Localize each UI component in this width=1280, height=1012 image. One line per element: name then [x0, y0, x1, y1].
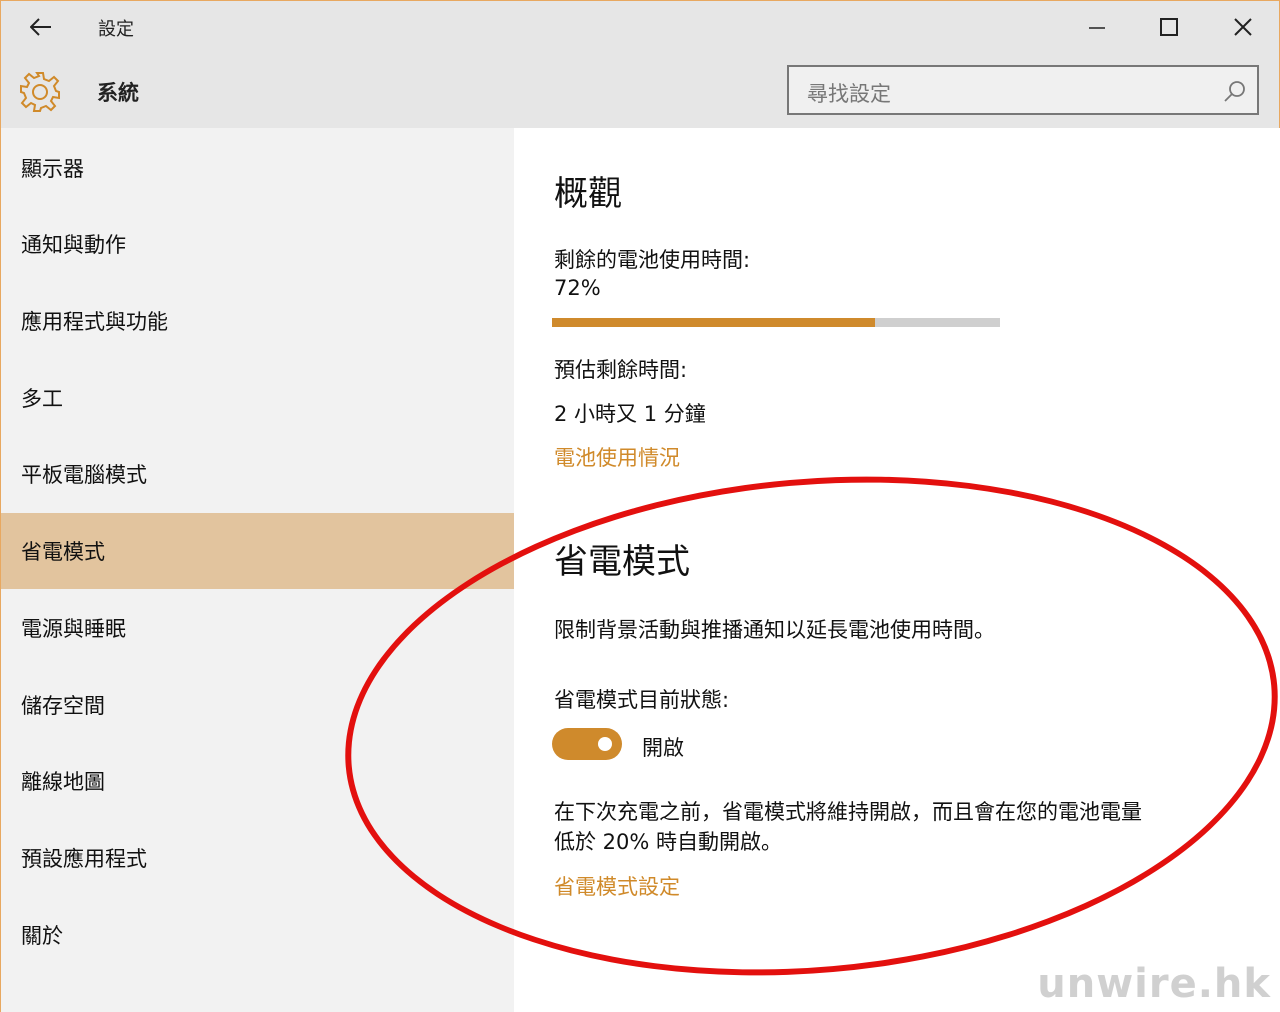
sidebar-item-about[interactable]: 關於	[1, 897, 514, 973]
back-button[interactable]	[17, 7, 65, 47]
sidebar-item-power-sleep[interactable]: 電源與睡眠	[1, 590, 514, 666]
maximize-icon	[1160, 18, 1178, 36]
sidebar-item-label: 關於	[21, 924, 63, 948]
search-placeholder: 尋找設定	[807, 82, 891, 106]
battery-saver-status-label: 省電模式目前狀態:	[554, 688, 730, 712]
sidebar-item-label: 儲存空間	[21, 694, 105, 718]
close-button[interactable]	[1215, 7, 1271, 47]
sidebar-item-notifications[interactable]: 通知與動作	[1, 206, 514, 282]
battery-remaining-label: 剩餘的電池使用時間:	[554, 248, 751, 272]
battery-saver-description: 限制背景活動與推播通知以延長電池使用時間。	[554, 618, 995, 642]
watermark: unwire.hk	[1037, 961, 1271, 1007]
search-icon[interactable]	[1223, 79, 1247, 103]
battery-level-bar	[552, 318, 1000, 327]
maximize-button[interactable]	[1141, 7, 1197, 47]
sidebar-item-label: 通知與動作	[21, 233, 126, 257]
sidebar-item-label: 省電模式	[21, 540, 105, 564]
window-title: 設定	[98, 19, 134, 40]
toggle-knob	[598, 737, 612, 751]
search-input[interactable]: 尋找設定	[787, 65, 1259, 115]
battery-saver-heading: 省電模式	[554, 542, 690, 582]
toggle-state-text: 開啟	[642, 736, 684, 760]
sidebar-item-label: 預設應用程式	[21, 847, 147, 871]
section-title: 系統	[97, 81, 139, 105]
battery-level-fill	[552, 318, 875, 327]
sidebar-item-multitasking[interactable]: 多工	[1, 360, 514, 436]
settings-header: 系統 尋找設定	[1, 53, 1279, 128]
sidebar-item-storage[interactable]: 儲存空間	[1, 667, 514, 743]
battery-percent: 72%	[554, 276, 601, 300]
sidebar-item-display[interactable]: 顯示器	[1, 130, 514, 206]
sidebar-item-battery-saver[interactable]: 省電模式	[1, 513, 514, 589]
sidebar-item-offline-maps[interactable]: 離線地圖	[1, 743, 514, 819]
content-pane: 概觀 剩餘的電池使用時間: 72% 預估剩餘時間: 2 小時又 1 分鐘 電池使…	[514, 128, 1280, 1012]
sidebar-item-label: 電源與睡眠	[21, 617, 126, 641]
sidebar-item-label: 多工	[21, 387, 63, 411]
battery-usage-link[interactable]: 電池使用情況	[554, 442, 680, 472]
close-icon	[1234, 18, 1252, 36]
sidebar-item-tablet-mode[interactable]: 平板電腦模式	[1, 436, 514, 512]
estimate-value: 2 小時又 1 分鐘	[554, 402, 706, 426]
sidebar-item-label: 離線地圖	[21, 770, 105, 794]
battery-saver-note-line1: 在下次充電之前，省電模式將維持開啟，而且會在您的電池電量	[554, 800, 1142, 824]
sidebar-item-apps-features[interactable]: 應用程式與功能	[1, 283, 514, 359]
estimate-label: 預估剩餘時間:	[554, 358, 688, 382]
sidebar-item-label: 應用程式與功能	[21, 310, 168, 334]
battery-saver-toggle[interactable]	[552, 728, 622, 760]
minimize-icon	[1089, 27, 1105, 29]
battery-saver-note-line2: 低於 20% 時自動開啟。	[554, 830, 783, 854]
sidebar-item-label: 顯示器	[21, 157, 84, 181]
title-bar: 設定	[1, 1, 1279, 53]
battery-saver-settings-link[interactable]: 省電模式設定	[554, 871, 680, 901]
sidebar-item-default-apps[interactable]: 預設應用程式	[1, 820, 514, 896]
sidebar-item-label: 平板電腦模式	[21, 463, 147, 487]
back-arrow-icon	[30, 18, 51, 36]
minimize-button[interactable]	[1069, 7, 1125, 47]
settings-window: 設定 系統 尋找設定 顯示器 通知與動作 應用程式與功能 多工 平板電腦模式 省…	[0, 0, 1280, 1012]
sidebar: 顯示器 通知與動作 應用程式與功能 多工 平板電腦模式 省電模式 電源與睡眠 儲…	[1, 128, 514, 1012]
gear-icon	[20, 72, 60, 112]
overview-heading: 概觀	[554, 174, 622, 214]
